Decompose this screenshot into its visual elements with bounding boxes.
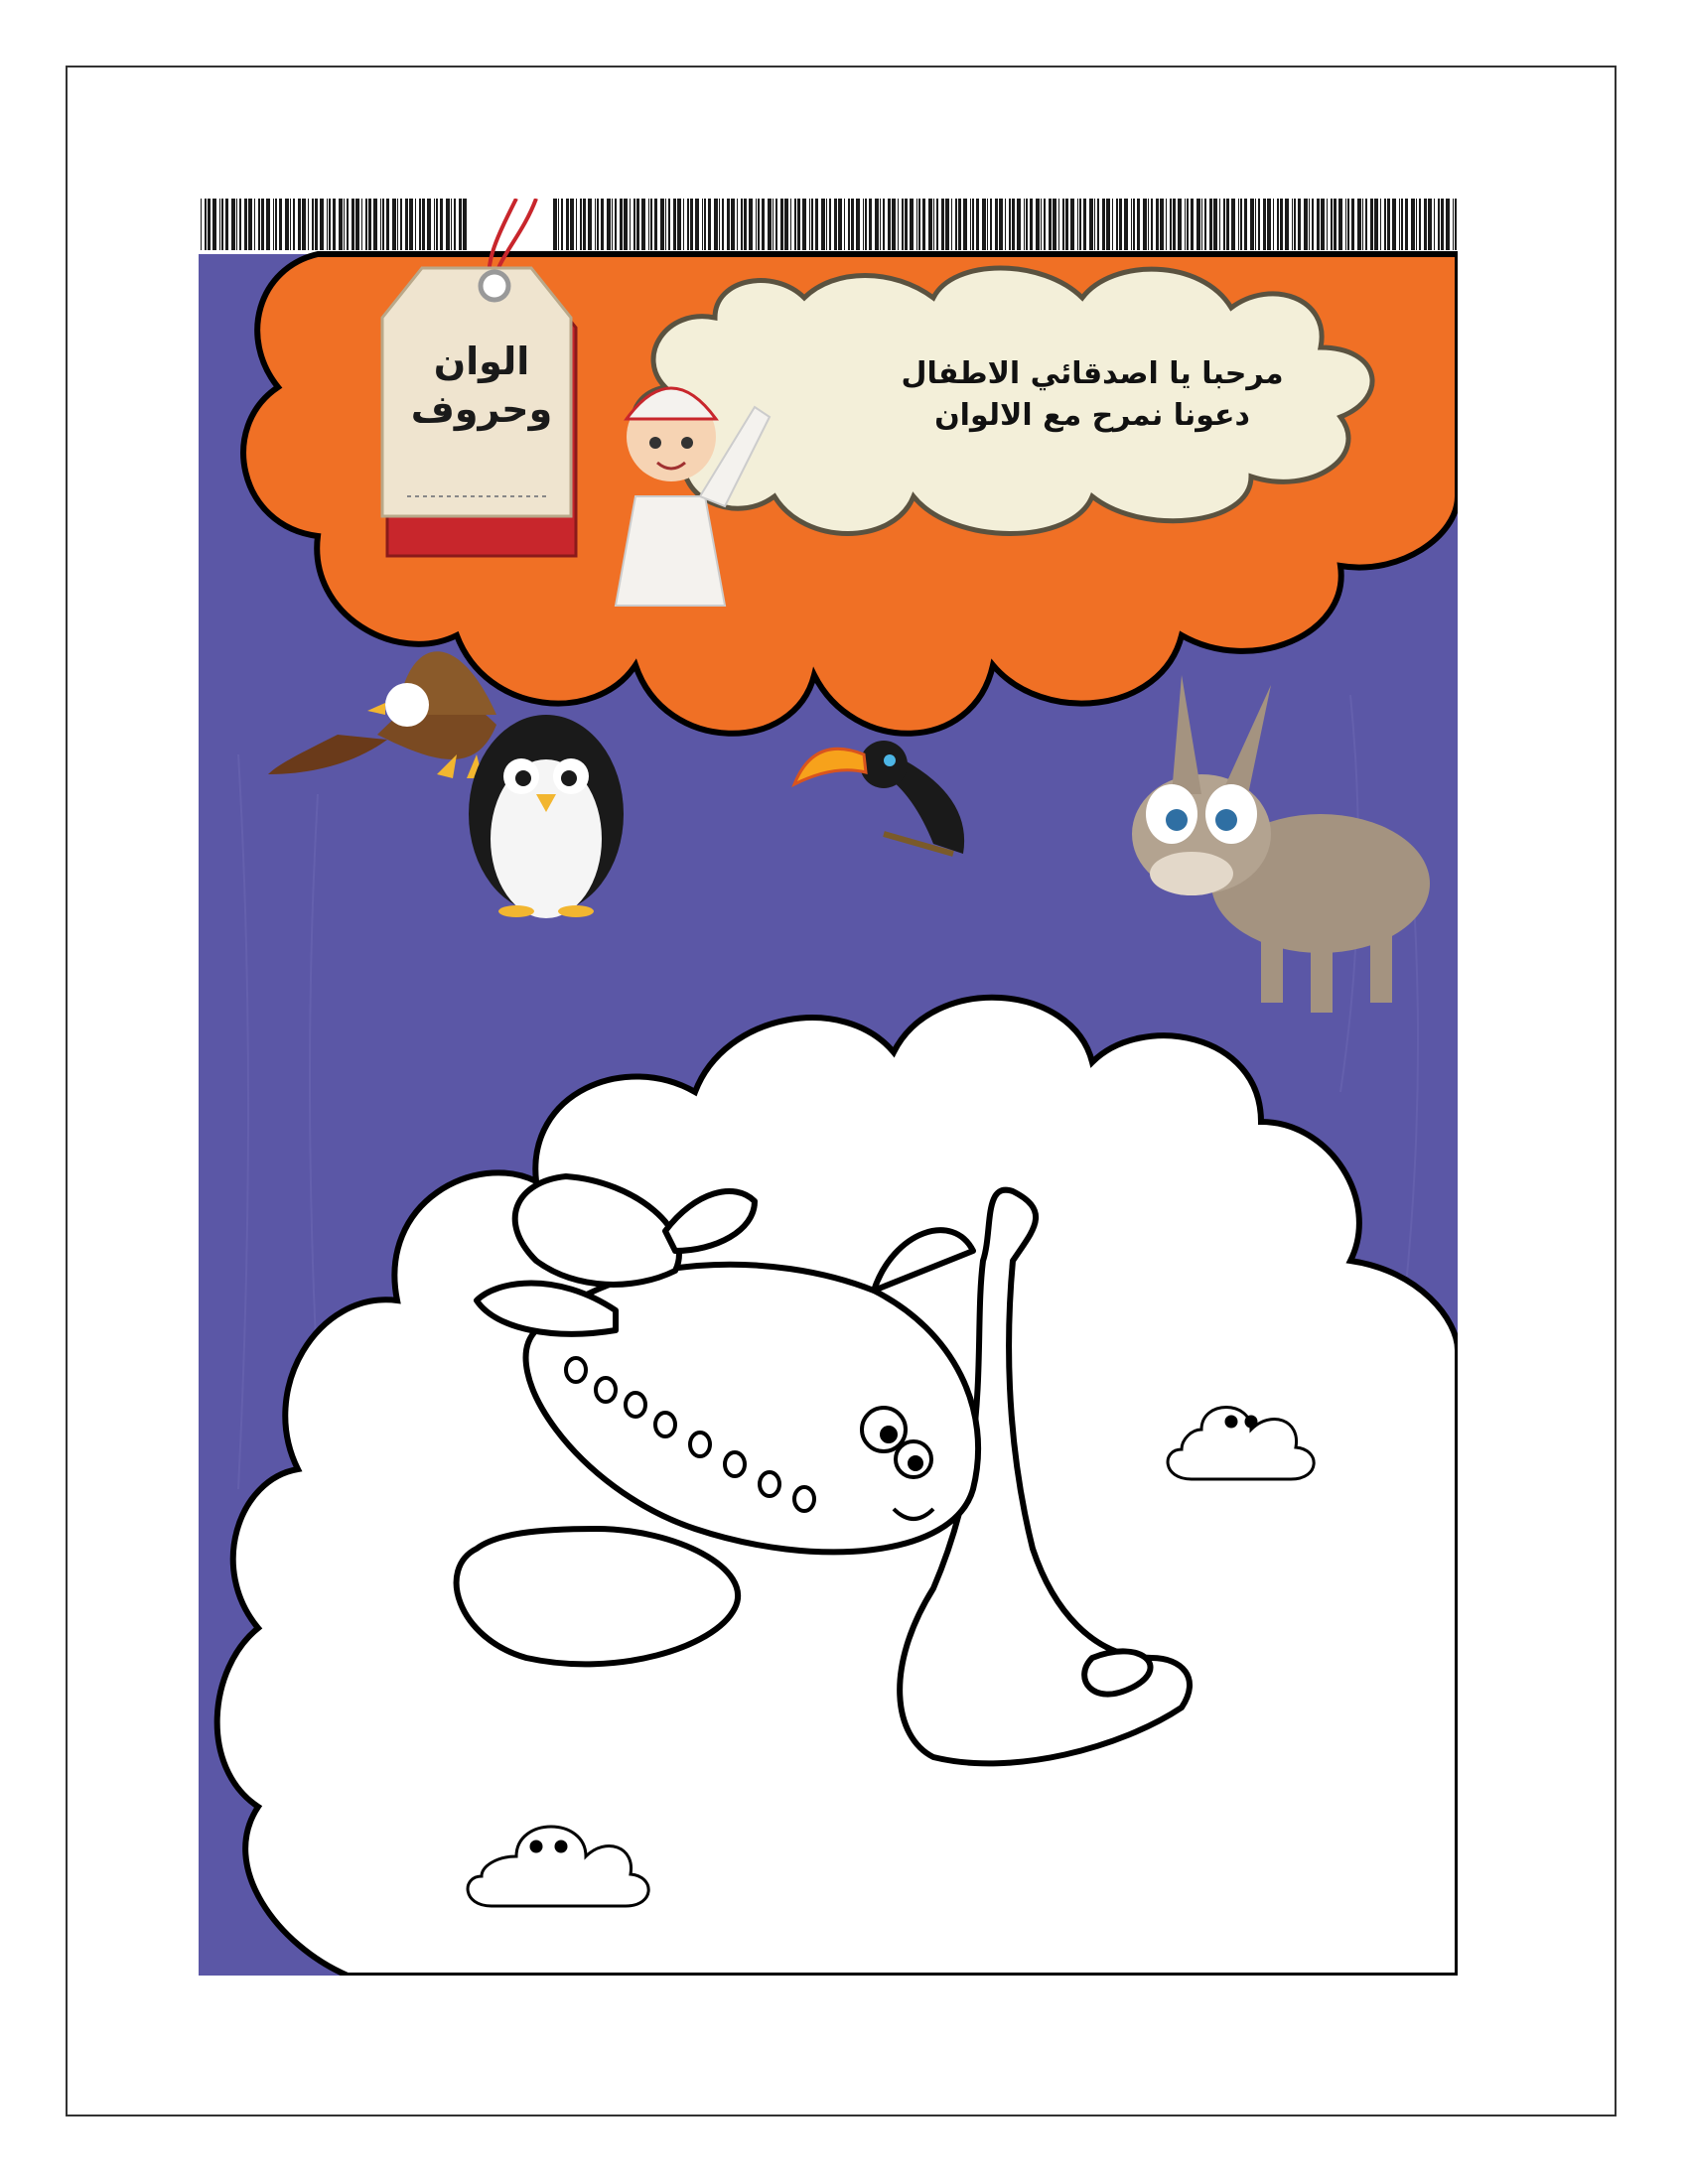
greeting-line-1: مرحبا يا اصدقائي الاطفال (901, 356, 1284, 391)
greeting-line-2: دعونا نمرح مع الالوان (934, 398, 1250, 433)
coloring-page-artwork: الوان وحروف مرحبا يا اصدقائي الاطفال دعو… (199, 199, 1458, 1976)
tag-title: الوان وحروف (377, 338, 586, 433)
tag-title-line-1: الوان (433, 340, 530, 383)
greeting-text: مرحبا يا اصدقائي الاطفال دعونا نمرح مع ا… (834, 353, 1350, 437)
tag-title-line-2: وحروف (410, 387, 553, 431)
barcode-strip (199, 199, 1458, 254)
